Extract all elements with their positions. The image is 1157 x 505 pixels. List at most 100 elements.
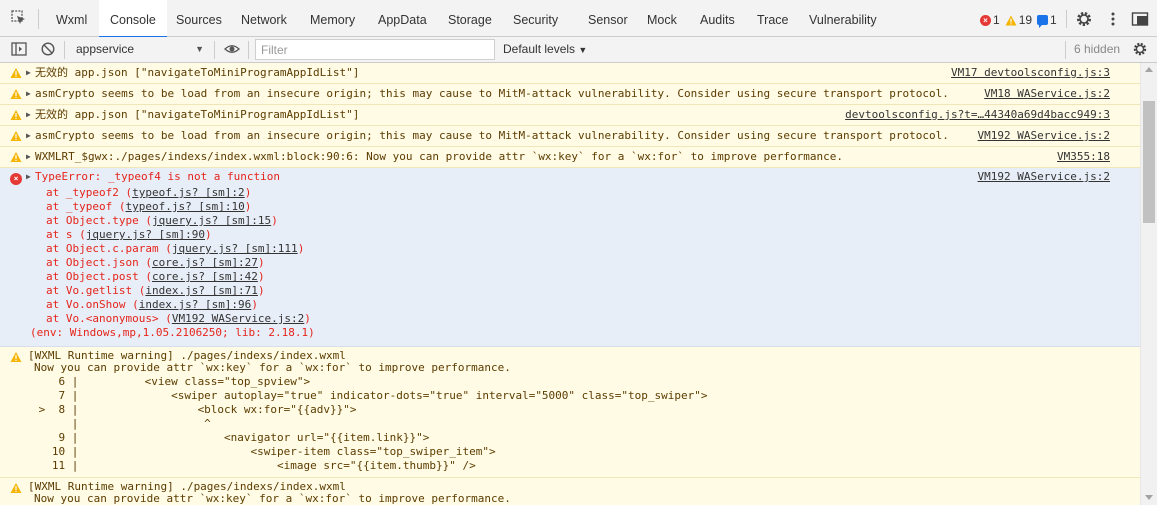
stack-frame: at _typeof (typeof.js? [sm]:10) — [26, 200, 1140, 214]
dock-side-icon[interactable] — [1131, 10, 1149, 28]
tab-sensor[interactable]: Sensor — [588, 0, 628, 37]
stack-frame-function: at Object.post ( — [46, 270, 152, 283]
warning-icon — [10, 68, 22, 78]
tab-console[interactable]: Console — [99, 0, 167, 38]
message-source-link[interactable]: devtoolsconfig.js?t=…44340a69d4bacc949:3 — [845, 105, 1140, 125]
stack-frame-link[interactable]: core.js? [sm]:27 — [152, 256, 258, 269]
info-count[interactable]: 1 — [1037, 13, 1057, 28]
stack-frame-link[interactable]: typeof.js? [sm]:10 — [125, 200, 244, 213]
console-message-error: × ▶ TypeError: _typeof4 is not a function… — [0, 168, 1140, 347]
console-settings-gear-icon[interactable] — [1132, 41, 1148, 57]
stack-frame-suffix: ) — [244, 200, 252, 213]
stack-frame-link[interactable]: jquery.js? [sm]:90 — [86, 228, 205, 241]
wxml-warning-title: [WXML Runtime warning] ./pages/indexs/in… — [28, 349, 346, 362]
stack-frame-suffix: ) — [251, 298, 258, 311]
eye-icon[interactable] — [224, 41, 240, 57]
log-levels-dropdown[interactable]: Default levels ▼ — [503, 37, 587, 63]
code-frame-line: 11 | <image src="{{item.thumb}}" /> — [32, 459, 476, 472]
scroll-up-arrow-icon[interactable] — [1145, 67, 1153, 72]
stack-frame-link[interactable]: VM192 WAService.js:2 — [172, 312, 304, 325]
stack-frame-function: at _typeof2 ( — [46, 186, 133, 199]
console-toolbar: appservice ▼ Default levels ▼ 6 hidden — [0, 37, 1157, 63]
code-frame-line: 7 | <swiper autoplay="true" indicator-do… — [32, 389, 708, 402]
stack-frame-link[interactable]: core.js? [sm]:42 — [152, 270, 258, 283]
expand-triangle-icon[interactable]: ▶ — [26, 105, 35, 125]
stack-frame-link[interactable]: typeof.js? [sm]:2 — [132, 186, 245, 199]
expand-triangle-icon[interactable]: ▶ — [26, 63, 35, 83]
tab-appdata[interactable]: AppData — [378, 0, 427, 37]
toolbar-divider — [1065, 41, 1066, 59]
message-source-link[interactable]: VM355:18 — [1057, 147, 1140, 167]
issue-counts[interactable]: × 1 19 1 — [980, 12, 1062, 28]
stack-frame: at Vo.<anonymous> (VM192 WAService.js:2) — [26, 312, 1140, 326]
tab-sources[interactable]: Sources — [176, 0, 222, 37]
stack-frame-link[interactable]: index.js? [sm]:71 — [145, 284, 258, 297]
wxml-warning-subtitle: Now you can provide attr `wx:key` for a … — [34, 361, 511, 374]
tab-wxml[interactable]: Wxml — [56, 0, 87, 37]
tab-memory[interactable]: Memory — [310, 0, 355, 37]
console-scrollbar[interactable] — [1140, 63, 1157, 505]
clear-console-icon[interactable] — [40, 41, 56, 57]
console-message-warning: ▶ 无效的 app.json ["navigateToMiniProgramApp… — [0, 63, 1140, 84]
tab-network[interactable]: Network — [241, 0, 287, 37]
filter-input[interactable] — [255, 39, 495, 60]
stack-frame-link[interactable]: jquery.js? [sm]:111 — [172, 242, 298, 255]
toolbar-divider — [214, 41, 215, 59]
console-message-warning: ▶ WXMLRT_$gwx:./pages/indexs/index.wxml:b… — [0, 147, 1140, 168]
stack-frame-function: at Object.type ( — [46, 214, 152, 227]
message-text: 无效的 app.json ["navigateToMiniProgramAppI… — [35, 108, 360, 121]
stack-frame: at Object.type (jquery.js? [sm]:15) — [26, 214, 1140, 228]
expand-triangle-icon[interactable]: ▶ — [26, 84, 35, 104]
expand-triangle-icon[interactable]: ▶ — [26, 126, 35, 146]
console-messages: ▶ 无效的 app.json ["navigateToMiniProgramApp… — [0, 63, 1140, 505]
inspect-element-icon[interactable] — [11, 10, 27, 26]
tab-storage[interactable]: Storage — [448, 0, 492, 37]
warning-icon — [10, 483, 22, 493]
context-selector-value: appservice — [76, 42, 135, 56]
stack-frame-link[interactable]: index.js? [sm]:96 — [139, 298, 252, 311]
code-frame-line: > 8 | <block wx:for="{{adv}}"> — [32, 403, 357, 416]
stack-frame-suffix: ) — [297, 242, 305, 255]
tab-audits[interactable]: Audits — [700, 0, 735, 37]
tab-trace[interactable]: Trace — [757, 0, 789, 37]
warning-icon — [10, 89, 22, 99]
toolbar-divider — [248, 41, 249, 59]
tab-mock[interactable]: Mock — [647, 0, 677, 37]
tab-vulnerability[interactable]: Vulnerability — [809, 0, 877, 37]
stack-frame-suffix: ) — [257, 270, 265, 283]
wxml-warning-subtitle: Now you can provide attr `wx:key` for a … — [34, 492, 511, 505]
stack-frame: at Vo.onShow (index.js? [sm]:96) — [26, 298, 1140, 312]
warning-count[interactable]: 19 — [1005, 13, 1032, 27]
stack-frame: at _typeof2 (typeof.js? [sm]:2) — [26, 186, 1140, 200]
message-source-link[interactable]: VM192 WAService.js:2 — [978, 126, 1140, 146]
console-message-warning: ▶ 无效的 app.json ["navigateToMiniProgramApp… — [0, 105, 1140, 126]
context-selector[interactable]: appservice ▼ — [68, 37, 208, 63]
toolbar-divider — [1066, 10, 1067, 28]
info-count-label: 1 — [1050, 13, 1057, 27]
scrollbar-thumb[interactable] — [1143, 101, 1155, 223]
stack-frame-function: at Vo.onShow ( — [46, 298, 139, 311]
tab-security[interactable]: Security — [513, 0, 558, 37]
console-message-wxml-warning: [WXML Runtime warning] ./pages/indexs/in… — [0, 478, 1140, 505]
message-source-link[interactable]: VM18 WAService.js:2 — [984, 84, 1140, 104]
stack-frame-suffix: ) — [271, 214, 278, 227]
message-source-link[interactable]: VM192 WAService.js:2 — [978, 168, 1140, 186]
stack-frame: at Vo.getlist (index.js? [sm]:71) — [26, 284, 1140, 298]
stack-frame: at Object.post (core.js? [sm]:42) — [26, 270, 1140, 284]
stack-trace: at _typeof2 (typeof.js? [sm]:2) at _typeo… — [26, 186, 1140, 326]
show-sidebar-icon[interactable] — [11, 41, 27, 57]
console-message-warning: ▶ asmCrypto seems to be load from an inse… — [0, 84, 1140, 105]
console-message-wxml-warning: [WXML Runtime warning] ./pages/indexs/in… — [0, 347, 1140, 478]
code-frame: 6 | <view class="top_spview"> 7 | <swipe… — [26, 375, 1140, 477]
more-options-icon[interactable] — [1104, 10, 1122, 28]
stack-frame-link[interactable]: jquery.js? [sm]:15 — [152, 214, 271, 227]
error-count[interactable]: × 1 — [980, 13, 1000, 27]
message-source-link[interactable]: VM17 devtoolsconfig.js:3 — [951, 63, 1140, 83]
warning-icon — [10, 110, 22, 120]
gear-icon[interactable] — [1075, 10, 1093, 28]
error-icon: × — [10, 173, 22, 185]
dropdown-arrow-icon: ▼ — [578, 45, 588, 55]
scroll-down-arrow-icon[interactable] — [1145, 495, 1153, 500]
collapse-triangle-icon[interactable]: ▶ — [26, 168, 35, 186]
expand-triangle-icon[interactable]: ▶ — [26, 147, 35, 167]
